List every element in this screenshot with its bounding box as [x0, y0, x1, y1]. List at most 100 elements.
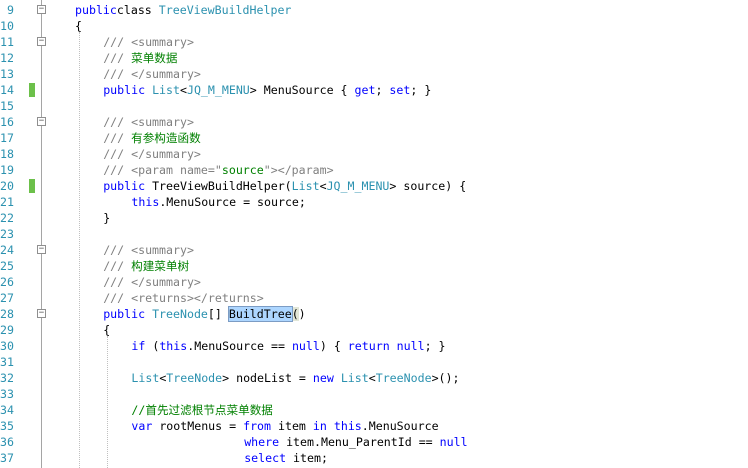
- code-token: ): [298, 307, 306, 321]
- line-number-text: 33: [0, 387, 14, 401]
- code-text: public List<JQ_M_MENU> MenuSource { get;…: [103, 82, 431, 98]
- code-line[interactable]: 26 /// </summary>: [0, 274, 748, 290]
- code-line[interactable]: 27 /// <returns></returns>: [0, 290, 748, 306]
- line-number: 19: [0, 162, 14, 178]
- code-line[interactable]: 32 List<TreeNode> nodeList = new List<Tre…: [0, 370, 748, 386]
- line-number-text: 30: [0, 339, 14, 353]
- code-line[interactable]: 17 /// 有参构造函数: [0, 130, 748, 146]
- line-number: 10: [0, 18, 14, 34]
- code-line[interactable]: 16 − /// <summary>: [0, 114, 748, 130]
- line-number: 30: [0, 338, 14, 354]
- code-line[interactable]: 20 public TreeViewBuildHelper(List<JQ_M_M…: [0, 178, 748, 194]
- code-line[interactable]: 15: [0, 98, 748, 114]
- line-number: 35: [0, 418, 14, 434]
- code-line[interactable]: 35 var rootMenus = from item in this.Menu…: [0, 418, 748, 434]
- code-line[interactable]: 25 /// 构建菜单树: [0, 258, 748, 274]
- line-number: 16: [0, 114, 14, 130]
- line-number-text: 32: [0, 371, 14, 385]
- code-line[interactable]: 33: [0, 386, 748, 402]
- code-line[interactable]: 19 /// <param name="source"></param>: [0, 162, 748, 178]
- code-token: TreeNode: [152, 307, 208, 321]
- code-token: get: [354, 83, 376, 97]
- code-text: List<TreeNode> nodeList = new List<TreeN…: [131, 370, 459, 386]
- code-token: public: [103, 83, 153, 97]
- code-token: ///: [103, 259, 132, 273]
- code-line[interactable]: 22}: [0, 210, 748, 226]
- code-token: if: [131, 339, 146, 353]
- code-text: /// <returns></returns>: [103, 290, 264, 306]
- code-text: /// <summary>: [103, 114, 194, 130]
- code-token: List: [131, 371, 160, 385]
- code-token: public: [103, 307, 153, 321]
- code-text: /// <param name="source"></param>: [103, 162, 333, 178]
- code-token: this: [131, 195, 160, 209]
- code-token: this: [333, 419, 362, 433]
- code-token: where: [244, 435, 280, 449]
- collapse-icon[interactable]: −: [37, 117, 46, 126]
- code-token: .MenuSource ==: [187, 339, 292, 353]
- code-line[interactable]: 14 public List<JQ_M_MENU> MenuSource { ge…: [0, 82, 748, 98]
- code-token: rootMenus =: [152, 419, 244, 433]
- line-number-text: 22: [0, 211, 14, 225]
- line-number-text: 16: [0, 115, 14, 129]
- line-number: 26: [0, 274, 14, 290]
- code-token: []: [207, 307, 229, 321]
- line-number-text: 13: [0, 67, 14, 81]
- line-number-text: 20: [0, 179, 14, 193]
- code-token: /// </summary>: [103, 147, 201, 161]
- code-token: /// <summary>: [103, 35, 194, 49]
- selected-identifier: BuildTree: [227, 306, 293, 322]
- code-text: /// </summary>: [103, 66, 201, 82]
- code-text: public TreeNode[] BuildTree(): [103, 306, 306, 322]
- code-line[interactable]: 18 /// </summary>: [0, 146, 748, 162]
- code-line[interactable]: 13 /// </summary>: [0, 66, 748, 82]
- code-line[interactable]: 34 //首先过滤根节点菜单数据: [0, 402, 748, 418]
- code-line[interactable]: 24 − /// <summary>: [0, 242, 748, 258]
- line-number: 36: [0, 434, 14, 450]
- code-token: class: [116, 3, 159, 17]
- code-line[interactable]: 36 where item.Menu_ParentId == null: [0, 434, 748, 450]
- change-marker: [29, 83, 35, 97]
- code-token: source: [221, 163, 264, 177]
- code-line[interactable]: 29 {: [0, 322, 748, 338]
- code-token: /// </summary>: [103, 275, 201, 289]
- code-token: (: [145, 339, 160, 353]
- line-number: 20: [0, 178, 14, 194]
- code-text: var rootMenus = from item in this.MenuSo…: [131, 418, 438, 434]
- line-number-text: 25: [0, 259, 14, 273]
- code-line[interactable]: 30 if (this.MenuSource == null) { return …: [0, 338, 748, 354]
- code-token: //首先过滤根节点菜单数据: [131, 403, 273, 417]
- code-token: .MenuSource: [361, 419, 439, 433]
- line-number-text: 31: [0, 355, 14, 369]
- code-token: null: [439, 435, 468, 449]
- line-number: 18: [0, 146, 14, 162]
- code-token: >();: [431, 371, 460, 385]
- line-number: 15: [0, 98, 14, 114]
- code-token: var: [131, 419, 153, 433]
- code-token: List: [152, 83, 180, 97]
- collapse-icon[interactable]: −: [37, 37, 46, 46]
- code-line[interactable]: 11 − /// <summary>: [0, 34, 748, 50]
- line-number: 25: [0, 258, 14, 274]
- line-number-text: 10: [0, 19, 14, 33]
- line-number: 37: [0, 450, 14, 466]
- code-line[interactable]: 21 this.MenuSource = source;: [0, 194, 748, 210]
- code-line[interactable]: 28 − public TreeNode[] BuildTree(): [0, 306, 748, 322]
- code-editor[interactable]: 9− publicclass TreeViewBuildHelper 10{11− /…: [0, 0, 748, 468]
- code-text: publicclass TreeViewBuildHelper: [75, 2, 291, 18]
- code-token: TreeViewBuildHelper: [158, 3, 292, 17]
- code-token: /// <param name=": [103, 163, 222, 177]
- code-line[interactable]: 10 {: [0, 18, 748, 34]
- code-line[interactable]: 9 − publicclass TreeViewBuildHelper: [0, 2, 748, 18]
- collapse-icon[interactable]: −: [37, 5, 46, 14]
- line-number-text: 9: [7, 3, 14, 17]
- collapse-icon[interactable]: −: [37, 309, 46, 318]
- code-line[interactable]: 12 /// 菜单数据: [0, 50, 748, 66]
- line-number-text: 28: [0, 307, 14, 321]
- code-line[interactable]: 37 select item;: [0, 450, 748, 466]
- code-token: JQ_M_MENU: [326, 179, 390, 193]
- code-token: List: [291, 179, 320, 193]
- collapse-icon[interactable]: −: [37, 245, 46, 254]
- code-line[interactable]: 23: [0, 226, 748, 242]
- code-line[interactable]: 31: [0, 354, 748, 370]
